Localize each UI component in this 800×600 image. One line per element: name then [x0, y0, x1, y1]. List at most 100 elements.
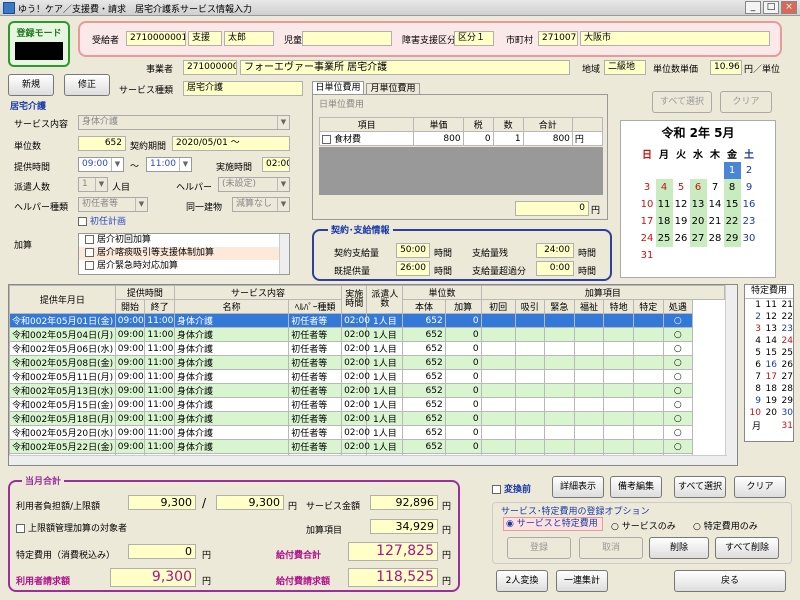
calendar-day[interactable]: 9 [741, 179, 758, 196]
col-special[interactable]: 特定 [632, 299, 664, 314]
col-base[interactable]: 本体 [402, 299, 446, 314]
col-treatment[interactable]: 処遇 [662, 299, 694, 314]
calendar-day[interactable]: 10 [639, 196, 656, 213]
calendar-day[interactable]: 29 [723, 230, 741, 247]
end-time-select[interactable]: 11:00 ▼ [146, 157, 192, 172]
remarks-edit-button[interactable]: 備考編集 [610, 476, 662, 498]
service-list[interactable]: 提供年月日 提供時間 サービス内容 実施時間 派遣人数 単位数 加算項目 開始 … [8, 284, 738, 466]
col-additions[interactable]: 加算項目 [480, 285, 726, 300]
special-fee-day[interactable]: 10 [745, 407, 761, 419]
calendar-day[interactable]: 7 [707, 179, 724, 196]
special-fee-day[interactable]: 8 [745, 383, 761, 395]
special-fee-day[interactable]: 14 [761, 335, 777, 347]
calendar-day[interactable]: 22 [723, 213, 741, 230]
calendar-day[interactable]: 30 [741, 230, 758, 247]
special-fee-day[interactable]: 28 [777, 383, 793, 395]
close-button[interactable]: × [781, 1, 797, 14]
calendar-day[interactable]: 24 [639, 230, 656, 247]
calendar-day[interactable]: 31 [639, 247, 656, 264]
calendar-day[interactable]: 15 [723, 196, 741, 213]
table-row[interactable]: 令和002年05月18日(月) 09:00 11:00 身体介護 初任者等 02:00 1人… [9, 411, 725, 426]
special-fee-day[interactable]: 13 [761, 323, 777, 335]
checkbox-icon[interactable] [322, 135, 331, 144]
special-fee-day[interactable]: 22 [777, 311, 793, 323]
special-fee-day[interactable]: 31 [777, 419, 793, 432]
calendar-day[interactable]: 18 [655, 213, 673, 230]
special-fee-day[interactable]: 16 [761, 359, 777, 371]
col-date[interactable]: 提供年月日 [9, 285, 116, 314]
calendar-day[interactable]: 11 [655, 196, 673, 213]
col-add[interactable]: 加算 [444, 299, 482, 314]
start-time-select[interactable]: 09:00 ▼ [78, 157, 124, 172]
detail-view-button[interactable]: 詳細表示 [552, 476, 604, 498]
table-row[interactable]: 令和002年05月13日(水) 09:00 11:00 身体介護 初任者等 02:00 1人… [9, 383, 725, 398]
cancel-button[interactable]: 取消 [579, 537, 643, 559]
col-name[interactable]: 名称 [173, 299, 290, 314]
list-vertical-scrollbar[interactable] [725, 285, 737, 465]
col-end[interactable]: 終了 [144, 299, 175, 314]
addition-item[interactable]: 居介喀痰吸引等支援体制加算 [79, 247, 289, 260]
calendar-day[interactable]: 4 [655, 179, 673, 196]
special-fee-day[interactable]: 9 [745, 395, 761, 407]
calendar-day[interactable]: 27 [689, 230, 707, 247]
fee-row[interactable]: 食材費 800 0 1 800 円 [318, 131, 604, 146]
calendar-day[interactable]: 25 [655, 230, 673, 247]
special-fee-day[interactable]: 17 [761, 371, 777, 383]
special-fee-day[interactable]: 23 [777, 323, 793, 335]
addition-item[interactable]: 居介緊急時対応加算 [79, 260, 289, 273]
register-button[interactable]: 登録 [507, 537, 571, 559]
special-fee-day[interactable]: 15 [761, 347, 777, 359]
special-fee-day[interactable] [761, 419, 777, 432]
table-row[interactable]: 令和002年05月08日(金) 09:00 11:00 身体介護 初任者等 02:00 1人… [9, 355, 725, 370]
special-fee-day[interactable]: 4 [745, 335, 761, 347]
table-row[interactable]: 令和002年05月06日(水) 09:00 11:00 身体介護 初任者等 02:00 1人… [9, 341, 725, 356]
list-horizontal-scrollbar[interactable] [9, 455, 727, 465]
special-fee-day[interactable]: 20 [761, 407, 777, 419]
special-fee-day[interactable]: 6 [745, 359, 761, 371]
special-fee-day[interactable]: 3 [745, 323, 761, 335]
special-fee-day[interactable]: 1 [745, 299, 761, 311]
calendar-day[interactable]: 16 [741, 196, 758, 213]
minimize-button[interactable]: _ [745, 1, 761, 14]
new-button[interactable]: 新規 [8, 74, 54, 96]
col-staff[interactable]: 派遣人数 [366, 285, 404, 314]
calendar-day[interactable]: 12 [673, 196, 690, 213]
table-row[interactable]: 令和002年05月11日(月) 09:00 11:00 身体介護 初任者等 02:00 1人… [9, 369, 725, 384]
before-convert-checkbox[interactable]: 変換前 [492, 482, 531, 495]
special-fee-day[interactable]: 11 [761, 299, 777, 311]
col-units[interactable]: 単位数 [402, 285, 482, 300]
addition-item[interactable]: 居介初回加算 [79, 234, 289, 247]
calendar-day[interactable]: 5 [673, 179, 690, 196]
calendar-day[interactable]: 3 [639, 179, 656, 196]
calendar-day[interactable]: 1 [723, 162, 741, 179]
special-fee-day[interactable]: 5 [745, 347, 761, 359]
special-fee-day[interactable]: 21 [777, 299, 793, 311]
col-urgent[interactable]: 緊急 [544, 299, 575, 314]
table-row[interactable]: 令和002年05月01日(金) 09:00 11:00 身体介護 初任者等 02:00 1人… [9, 313, 725, 328]
helper-select[interactable]: (未設定) ▼ [218, 177, 290, 192]
col-service[interactable]: サービス内容 [173, 285, 343, 300]
col-actual[interactable]: 実施時間 [341, 285, 368, 314]
batch-total-button[interactable]: 一連集計 [556, 570, 608, 592]
col-suction[interactable]: 吸引 [514, 299, 546, 314]
calendar-day[interactable]: 17 [639, 213, 656, 230]
col-welfare[interactable]: 福祉 [573, 299, 605, 314]
radio-service-only[interactable]: ○ サービスのみ [611, 519, 676, 532]
service-content-select[interactable]: 身体介護 ▼ [78, 115, 290, 130]
special-fee-day[interactable]: 7 [745, 371, 761, 383]
delete-button[interactable]: 削除 [649, 537, 709, 559]
special-fee-list[interactable]: 特定費用 1 11 21 2 12 22 3 13 23 4 14 24 5 15 25 6 16 26 7 17 27… [744, 284, 794, 442]
helper-type-select[interactable]: 初任者等 ▼ [78, 197, 148, 212]
table-row[interactable]: 令和002年05月15日(金) 09:00 11:00 身体介護 初任者等 02:00 1人… [9, 397, 725, 412]
table-row[interactable]: 令和002年05月04日(月) 09:00 11:00 身体介護 初任者等 02:00 1人… [9, 327, 725, 342]
calendar-day[interactable]: 6 [689, 179, 707, 196]
edit-button[interactable]: 修正 [64, 74, 110, 96]
radio-service-and-fee[interactable]: ◉ サービスと特定費用 [503, 517, 603, 531]
special-fee-day[interactable]: 25 [777, 347, 793, 359]
special-fee-day[interactable]: 月 [745, 419, 761, 432]
clear-button[interactable]: クリア [734, 476, 786, 498]
calendar-day[interactable]: 13 [689, 196, 707, 213]
table-row[interactable]: 令和002年05月20日(水) 09:00 11:00 身体介護 初任者等 02:00 1人… [9, 425, 725, 440]
additions-list[interactable]: 居介初回加算 居介喀痰吸引等支援体制加算 居介緊急時対応加算 [78, 233, 290, 275]
col-helper-type[interactable]: ﾍﾙﾊﾟｰ種類 [288, 299, 343, 314]
